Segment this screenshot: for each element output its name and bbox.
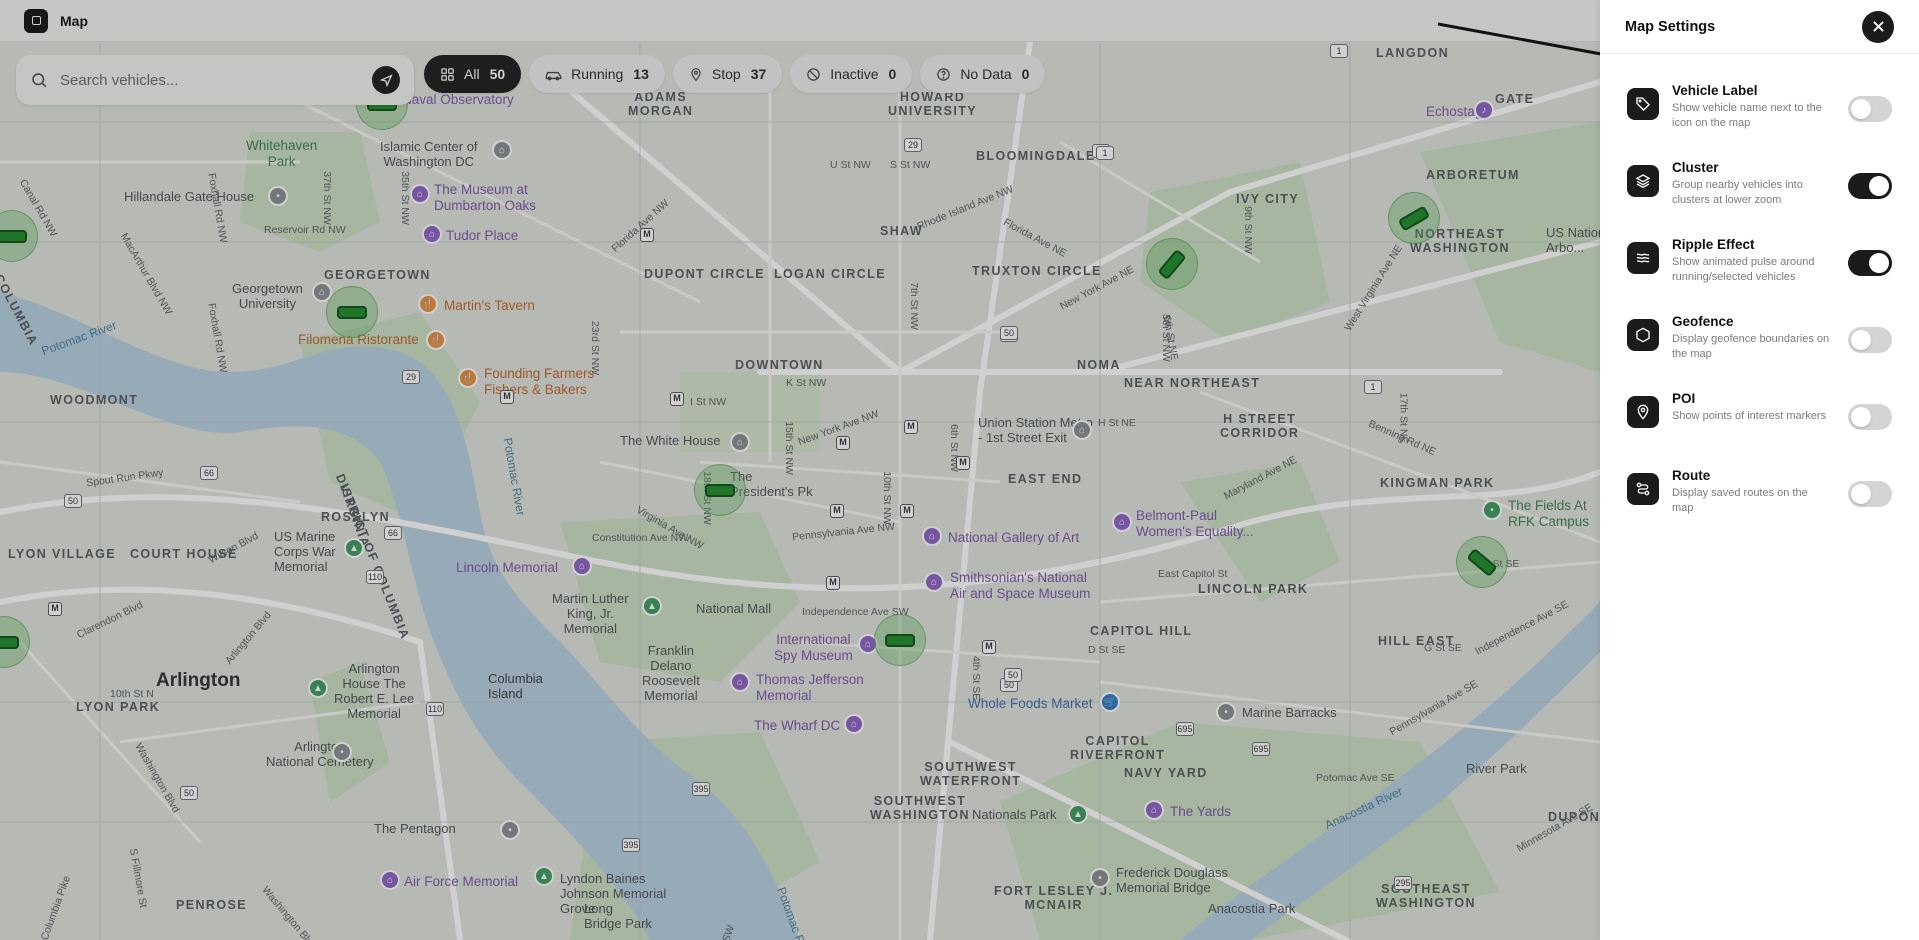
setting-title: Cluster bbox=[1672, 160, 1719, 175]
setting-route: Route Display saved routes on the map bbox=[1600, 467, 1919, 544]
setting-description: Display geofence boundaries on the map bbox=[1672, 333, 1830, 360]
hexagon-icon bbox=[1627, 319, 1659, 351]
vehicle-label-toggle[interactable] bbox=[1848, 96, 1892, 122]
geofence-toggle[interactable] bbox=[1848, 327, 1892, 353]
setting-description: Display saved routes on the map bbox=[1672, 487, 1808, 514]
cluster-toggle[interactable] bbox=[1848, 173, 1892, 199]
setting-description: Show vehicle name next to the icon on th… bbox=[1672, 102, 1822, 129]
setting-vehicle-label: Vehicle Label Show vehicle name next to … bbox=[1600, 82, 1919, 159]
route-icon bbox=[1627, 473, 1659, 505]
setting-ripple-effect: Ripple Effect Show animated pulse around… bbox=[1600, 236, 1919, 313]
modal-backdrop[interactable] bbox=[0, 0, 1600, 940]
setting-description: Show animated pulse around running/selec… bbox=[1672, 256, 1815, 283]
panel-title: Map Settings bbox=[1625, 18, 1716, 35]
setting-poi: POI Show points of interest markers bbox=[1600, 390, 1919, 467]
settings-list: Vehicle Label Show vehicle name next to … bbox=[1600, 54, 1919, 544]
waves-icon bbox=[1627, 242, 1659, 274]
ripple-effect-toggle[interactable] bbox=[1848, 250, 1892, 276]
map-pin-icon bbox=[1627, 396, 1659, 428]
setting-title: Vehicle Label bbox=[1672, 83, 1758, 98]
setting-title: Route bbox=[1672, 468, 1711, 483]
setting-title: Ripple Effect bbox=[1672, 237, 1755, 252]
setting-cluster: Cluster Group nearby vehicles into clust… bbox=[1600, 159, 1919, 236]
poi-toggle[interactable] bbox=[1848, 404, 1892, 430]
tag-icon bbox=[1627, 88, 1659, 120]
close-icon bbox=[1872, 21, 1884, 32]
layers-icon bbox=[1627, 165, 1659, 197]
setting-title: POI bbox=[1672, 391, 1696, 406]
route-toggle[interactable] bbox=[1848, 481, 1892, 507]
setting-description: Show points of interest markers bbox=[1672, 410, 1827, 422]
map-settings-panel: Map Settings Vehicle Label Show vehicle … bbox=[1600, 0, 1919, 940]
close-button[interactable] bbox=[1862, 10, 1894, 43]
setting-title: Geofence bbox=[1672, 314, 1734, 329]
panel-header: Map Settings bbox=[1600, 0, 1919, 54]
setting-geofence: Geofence Display geofence boundaries on … bbox=[1600, 313, 1919, 390]
setting-description: Group nearby vehicles into clusters at l… bbox=[1672, 179, 1803, 206]
